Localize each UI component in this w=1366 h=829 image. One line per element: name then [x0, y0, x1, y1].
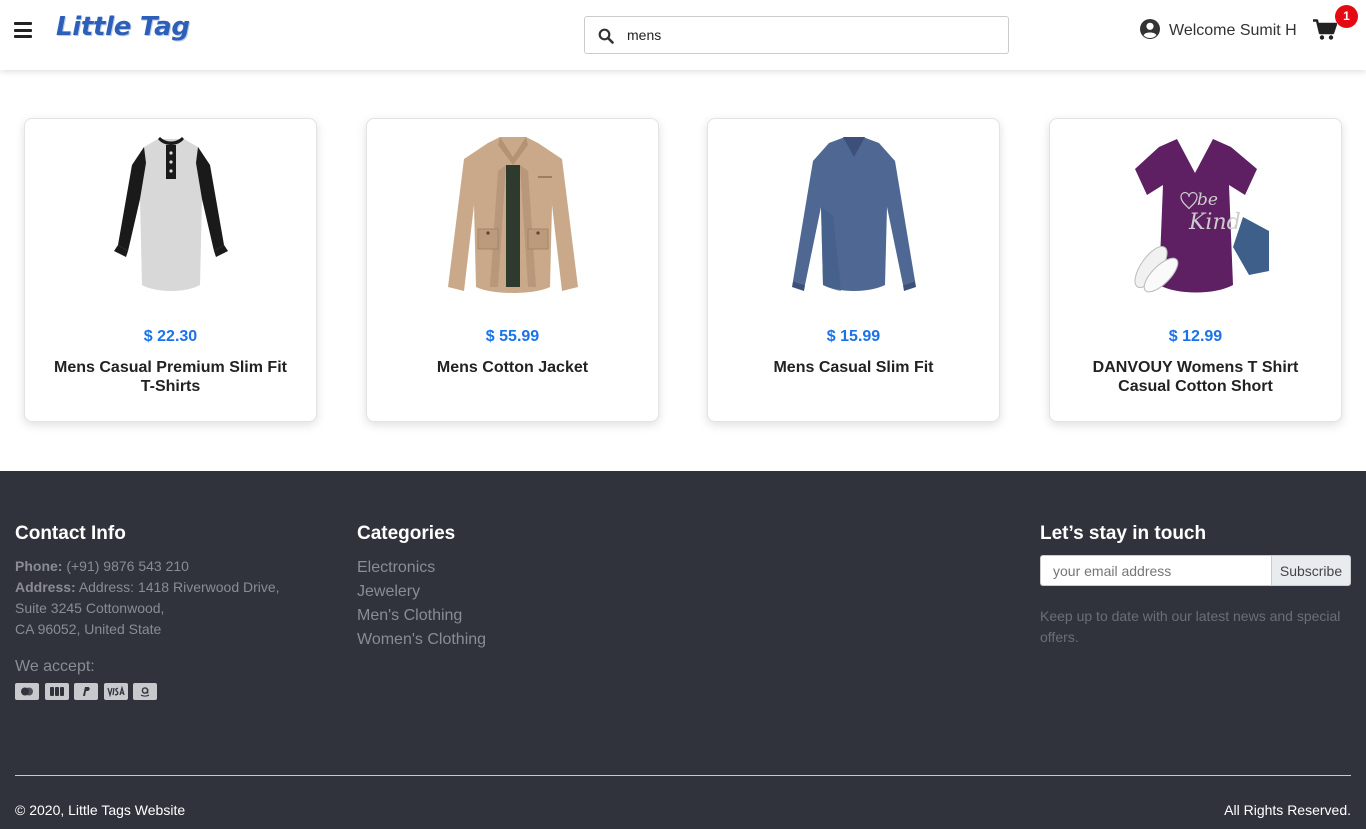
category-link-mens-clothing[interactable]: Men's Clothing — [357, 604, 486, 628]
address-label: Address: — [15, 579, 76, 595]
product-card[interactable]: $ 55.99 Mens Cotton Jacket — [366, 118, 659, 422]
we-accept-label: We accept: — [15, 658, 95, 675]
product-image-raglan-henley-shirt[interactable] — [25, 135, 316, 307]
product-price: $ 12.99 — [1168, 328, 1223, 345]
product-grid: $ 22.30 Mens Casual Premium Slim Fit T-S… — [0, 70, 1366, 471]
contact-info-heading: Contact Info — [15, 523, 126, 544]
mastercard-icon — [15, 683, 39, 700]
product-card[interactable]: $ 15.99 Mens Casual Slim Fit — [707, 118, 1000, 422]
search-input[interactable] — [627, 25, 997, 45]
footer-divider — [15, 775, 1351, 776]
user-account-icon[interactable] — [1139, 18, 1161, 40]
phone-number: (+91) 9876 543 210 — [66, 558, 189, 574]
product-name[interactable]: DANVOUY Womens T Shirt Casual Cotton Sho… — [1070, 358, 1321, 396]
site-footer: Contact Info Phone: (+91) 9876 543 210 A… — [0, 471, 1366, 829]
paypal-icon — [74, 683, 98, 700]
contact-details: Phone: (+91) 9876 543 210 Address: Addre… — [15, 556, 305, 640]
search-bar[interactable] — [584, 16, 1009, 54]
svg-text:be: be — [1197, 190, 1218, 210]
visa-icon — [103, 683, 128, 700]
search-icon — [598, 28, 614, 44]
category-link-womens-clothing[interactable]: Women's Clothing — [357, 628, 486, 652]
site-logo[interactable]: Little Tag — [56, 12, 190, 42]
welcome-user-text[interactable]: Welcome Sumit H — [1169, 22, 1297, 40]
hamburger-menu-icon[interactable] — [14, 22, 32, 38]
address-line-2: Suite 3245 Cottonwood, — [15, 600, 165, 616]
cart-count-badge: 1 — [1335, 5, 1358, 28]
amazon-icon — [133, 683, 157, 700]
product-image-purple-be-kind-tshirt[interactable]: be Kind — [1050, 135, 1341, 307]
svg-text:Kind: Kind — [1188, 210, 1241, 235]
copyright-text: © 2020, Little Tags Website — [15, 802, 186, 818]
phone-label: Phone: — [15, 558, 63, 574]
product-price: $ 22.30 — [143, 328, 198, 345]
product-name[interactable]: Mens Casual Slim Fit — [728, 358, 979, 377]
product-name[interactable]: Mens Cotton Jacket — [387, 358, 638, 377]
top-navbar: Little Tag Welcome Sumit H 1 — [0, 0, 1366, 70]
product-price: $ 55.99 — [485, 328, 540, 345]
product-name[interactable]: Mens Casual Premium Slim Fit T-Shirts — [45, 358, 296, 396]
category-link-jewelery[interactable]: Jewelery — [357, 580, 486, 604]
newsletter-description: Keep up to date with our latest news and… — [1040, 608, 1341, 645]
address-line-3: CA 96052, United State — [15, 621, 162, 637]
categories-list: Electronics Jewelery Men's Clothing Wome… — [357, 556, 486, 652]
product-image-blue-long-sleeve-shirt[interactable] — [708, 135, 999, 307]
rights-text: All Rights Reserved. — [1224, 802, 1351, 818]
shopping-cart-icon[interactable] — [1313, 19, 1337, 41]
product-card[interactable]: be Kind $ 12.99 DANVOUY Womens T Shirt C… — [1049, 118, 1342, 422]
address-line-1: Address: 1418 Riverwood Drive, — [78, 579, 280, 595]
category-link-electronics[interactable]: Electronics — [357, 556, 486, 580]
payment-methods — [15, 683, 163, 701]
product-image-khaki-jacket[interactable] — [367, 135, 658, 307]
newsletter-form: Subscribe — [1040, 555, 1351, 586]
jcb-icon — [44, 683, 69, 700]
subscribe-button[interactable]: Subscribe — [1271, 555, 1351, 586]
stay-in-touch-heading: Let’s stay in touch — [1040, 523, 1207, 544]
product-card[interactable]: $ 22.30 Mens Casual Premium Slim Fit T-S… — [24, 118, 317, 422]
email-input[interactable] — [1040, 555, 1272, 586]
product-price: $ 15.99 — [826, 328, 881, 345]
categories-heading: Categories — [357, 523, 456, 544]
